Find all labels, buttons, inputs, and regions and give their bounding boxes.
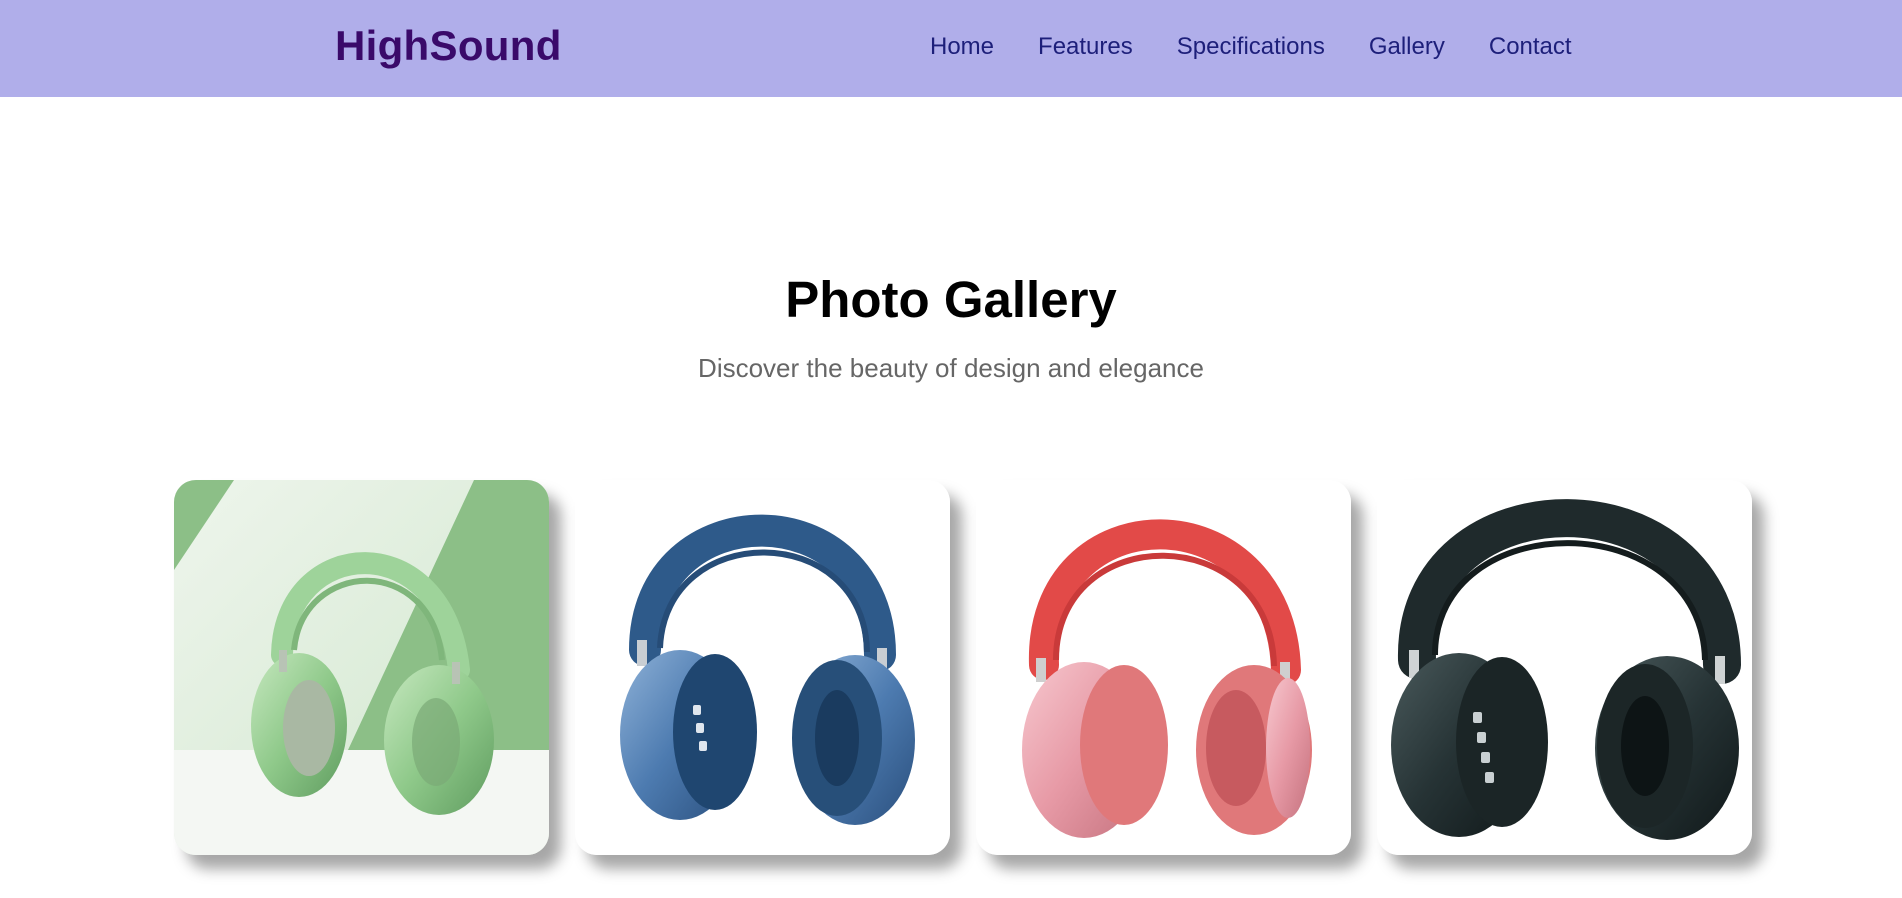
black-headphones-photo	[1377, 480, 1752, 855]
gallery-title: Photo Gallery	[785, 271, 1117, 328]
blue-headphones-photo	[575, 480, 950, 855]
nav-link-features[interactable]: Features	[1038, 33, 1133, 61]
nav-link-gallery[interactable]: Gallery	[1369, 33, 1445, 61]
pink-headphones-photo	[976, 480, 1351, 855]
gallery-card-blue[interactable]	[575, 480, 950, 855]
green-headphones-photo	[174, 480, 549, 855]
gallery-card-pink[interactable]	[976, 480, 1351, 855]
nav-link-contact[interactable]: Contact	[1489, 33, 1572, 61]
nav-link-specifications[interactable]: Specifications	[1177, 33, 1325, 61]
gallery-card-green[interactable]	[174, 480, 549, 855]
nav-link-home[interactable]: Home	[930, 33, 994, 61]
gallery-card-black[interactable]	[1377, 480, 1752, 855]
gallery-subtitle: Discover the beauty of design and elegan…	[698, 353, 1204, 383]
main-nav: Home Features Specifications Gallery Con…	[930, 33, 1572, 61]
brand-logo[interactable]: HighSound	[335, 22, 562, 70]
top-navbar: HighSound Home Features Specifications G…	[0, 0, 1902, 97]
gallery-grid	[174, 480, 1752, 855]
